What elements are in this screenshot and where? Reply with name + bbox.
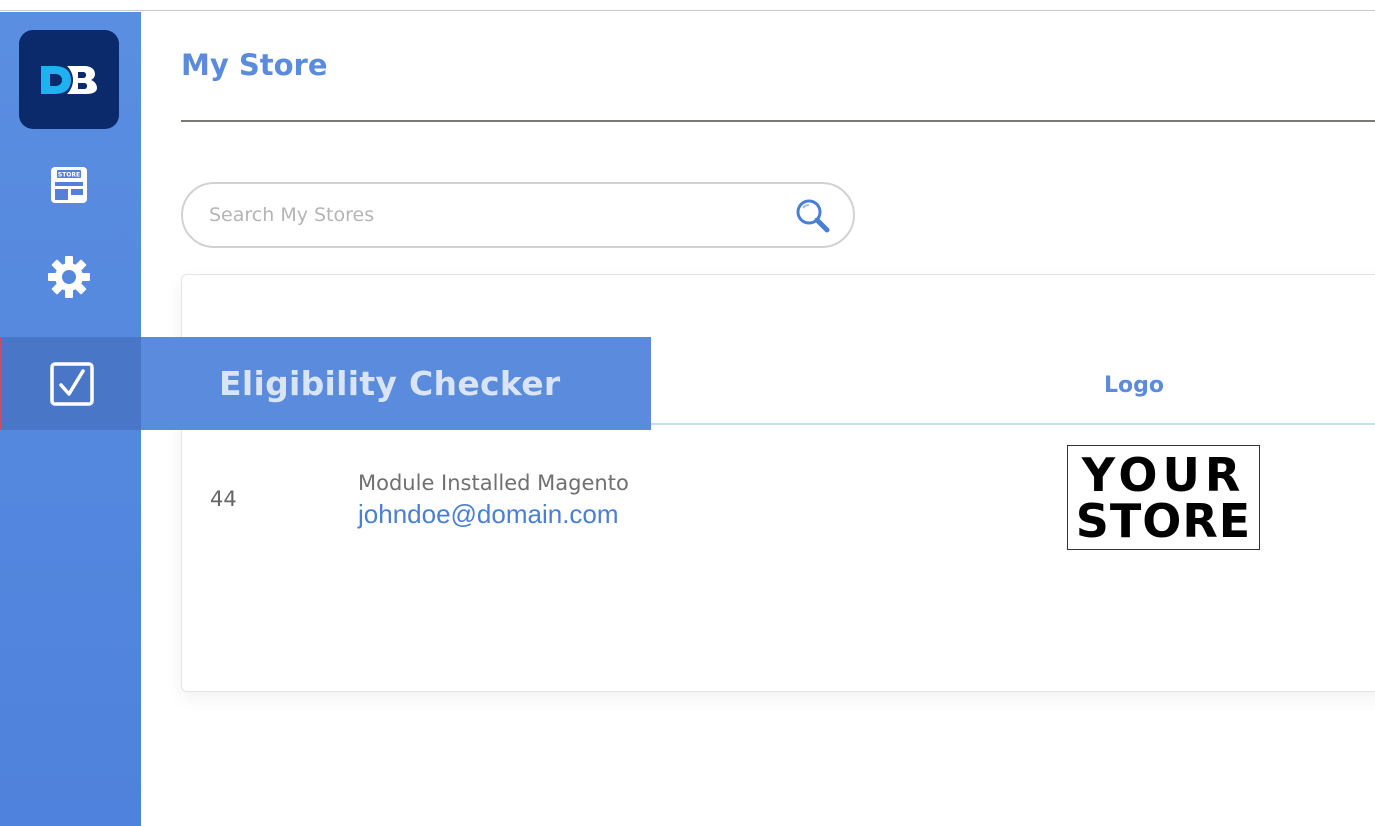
db-logo-icon (41, 65, 97, 94)
svg-text:STORE: STORE (58, 172, 80, 179)
store-id: 44 (210, 487, 237, 511)
search-bar (181, 182, 855, 248)
column-header-logo: Logo (1104, 373, 1164, 398)
checkbox-icon (49, 361, 94, 406)
search-input[interactable] (209, 198, 769, 232)
sidebar-item-eligibility-checker[interactable] (0, 337, 141, 430)
app-logo[interactable] (19, 30, 119, 129)
title-divider (181, 120, 1375, 122)
search-icon (796, 199, 830, 233)
sidebar-item-store[interactable]: STORE (44, 160, 94, 210)
store-icon: STORE (51, 167, 87, 203)
gear-icon (48, 256, 90, 298)
sidebar-item-settings[interactable] (44, 252, 94, 302)
store-logo-line2: STORE (1075, 493, 1252, 548)
page-title: My Store (181, 48, 328, 82)
store-email-link[interactable]: johndoe@domain.com (358, 499, 619, 530)
sidebar-tooltip-eligibility-checker: Eligibility Checker (141, 337, 651, 430)
store-logo-image: YOUR STORE (1067, 445, 1260, 550)
store-name: Module Installed Magento (358, 471, 629, 495)
store-logo-line1: YOUR (1081, 447, 1246, 502)
top-border (0, 0, 1375, 11)
search-button[interactable] (791, 194, 835, 238)
